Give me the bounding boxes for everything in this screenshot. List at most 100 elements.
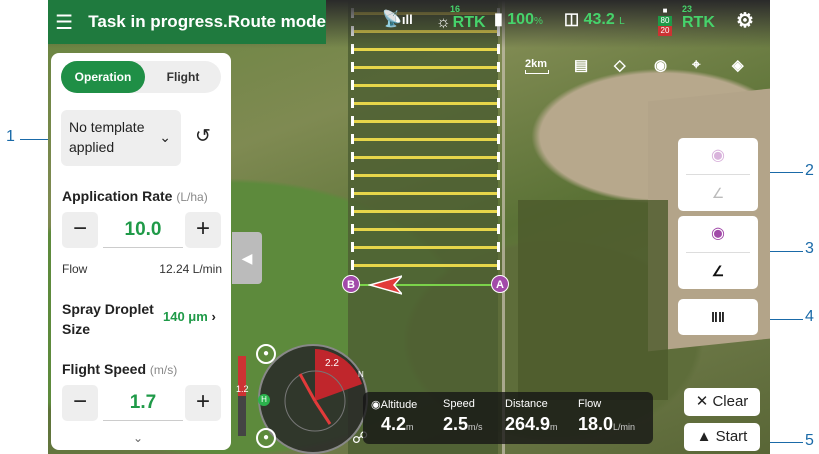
route-boundary-dash: [351, 62, 354, 72]
route-boundary-dash: [497, 224, 500, 234]
clear-button[interactable]: ✕ Clear: [684, 388, 760, 416]
marker-a[interactable]: A: [491, 275, 509, 293]
app-rate-decrease-button[interactable]: −: [62, 212, 98, 248]
camera-settings-icon[interactable]: ◉: [654, 56, 667, 74]
compass-n: N: [358, 370, 364, 379]
route-boundary-dash: [497, 134, 500, 144]
rtk-label-2: RTK: [682, 14, 715, 31]
route-stripe: [354, 264, 500, 267]
reset-icon[interactable]: ↺: [195, 125, 211, 148]
layers-icon[interactable]: ◈: [732, 56, 744, 74]
speed-decrease-button[interactable]: −: [62, 385, 98, 421]
app-rate-increase-button[interactable]: +: [185, 212, 221, 248]
angle-a-icon[interactable]: ∠: [678, 175, 758, 211]
route-stripe: [354, 102, 500, 105]
target-icon[interactable]: ●: [256, 344, 276, 364]
settings-gear-icon[interactable]: ⚙: [736, 8, 754, 33]
split-view-icon[interactable]: ▤: [574, 56, 588, 74]
route-boundary-dash: [497, 98, 500, 108]
callout-2: 2: [805, 162, 814, 179]
flow-value: 12.24 L/min: [159, 262, 222, 276]
callout-1: 1: [6, 128, 15, 145]
scale-bar: 2km: [525, 58, 549, 74]
route-stripe: [354, 210, 500, 213]
route-boundary-dash: [351, 116, 354, 126]
satellite-icon: ☼: [436, 14, 451, 31]
route-edit-button[interactable]: ‖‖: [678, 299, 758, 335]
panel-tabs: Operation Flight: [61, 61, 221, 93]
add-point-b-icon[interactable]: ◉: [678, 216, 758, 252]
locate-icon[interactable]: ⌖: [692, 56, 700, 73]
route-boundary-dash: [351, 206, 354, 216]
task-title: Task in progress.Route mode: [88, 12, 326, 31]
app-rate-label: Application Rate (L/ha): [62, 188, 208, 204]
route-boundary-dash: [497, 152, 500, 162]
aircraft-icon: [368, 275, 402, 295]
tab-flight[interactable]: Flight: [145, 61, 221, 93]
stat-flow-label: Flow: [578, 398, 602, 410]
route-stripe: [354, 174, 500, 177]
speed-increase-button[interactable]: +: [185, 385, 221, 421]
route-boundary-dash: [351, 98, 354, 108]
signal-icon: 📡ıll: [382, 11, 413, 28]
speed-label: Flight Speed (m/s): [62, 361, 178, 377]
app-rate-value[interactable]: 10.0: [103, 212, 183, 248]
callout-3: 3: [805, 240, 814, 257]
scale-label: 2km: [525, 58, 548, 70]
tank-unit: L: [619, 16, 625, 27]
battery-icon: ▮: [494, 11, 503, 28]
compass-value: 2.2: [325, 358, 339, 369]
route-stripe: [354, 66, 500, 69]
route-boundary-dash: [497, 80, 500, 90]
point-b-controls: ◉ ∠: [678, 216, 758, 289]
rc-top: 80: [658, 16, 672, 26]
route-stripe: [354, 138, 500, 141]
clear-label: Clear: [712, 393, 749, 410]
droplet-value-button[interactable]: 140 μm ›: [163, 309, 216, 324]
battery-unit: %: [533, 16, 543, 27]
tank-value: 43.2: [583, 11, 615, 28]
route-boundary-dash: [351, 242, 354, 252]
route-stripe: [354, 228, 500, 231]
tab-operation[interactable]: Operation: [61, 61, 145, 93]
speed-value[interactable]: 1.7: [103, 385, 183, 421]
person-icon[interactable]: ●: [256, 428, 276, 448]
start-label: Start: [715, 428, 748, 445]
map-field: [518, 200, 668, 400]
route-stripe: [354, 192, 500, 195]
app-rate-unit: (L/ha): [176, 190, 208, 204]
stat-flow: 18.0L/min: [578, 414, 636, 434]
battery-value: 100: [507, 11, 534, 28]
start-button[interactable]: ▲ Start: [684, 423, 760, 451]
angle-b-icon[interactable]: ∠: [678, 253, 758, 289]
map-view[interactable]: B A ☰ Task in progress.Route mode 📡ıll 1…: [48, 0, 770, 454]
rtk-status-1: 16 ☼ RTK: [436, 4, 486, 32]
collapse-panel-button[interactable]: ◀: [232, 232, 262, 284]
battery-status: ▮ 100%: [494, 9, 543, 29]
tank-status: ◫ 43.2 L: [564, 9, 625, 29]
stat-speed: 2.5m/s: [443, 414, 483, 434]
route-boundary-dash: [351, 224, 354, 234]
home-marker: H: [258, 394, 270, 406]
rtk-label-1: RTK: [452, 14, 486, 31]
menu-icon[interactable]: ☰: [48, 0, 80, 44]
speed-unit: (m/s): [149, 363, 178, 377]
route-stripe: [354, 84, 500, 87]
rtk-status-2: 23 RTK: [682, 4, 715, 32]
marker-b[interactable]: B: [342, 275, 360, 293]
route-boundary-dash: [351, 260, 354, 270]
stat-speed-label: Speed: [443, 398, 475, 410]
tank-icon: ◫: [564, 11, 580, 28]
chevron-down-icon: ⌄: [159, 129, 171, 145]
template-dropdown[interactable]: No template applied ⌄: [61, 110, 181, 166]
flow-label: Flow: [62, 262, 88, 276]
route-boundary-dash: [497, 260, 500, 270]
add-point-a-icon[interactable]: ◉: [678, 138, 758, 174]
eraser-icon[interactable]: ◇: [614, 56, 626, 74]
scroll-down-icon[interactable]: ⌄: [133, 431, 143, 445]
stat-altitude-label: ◉Altitude: [371, 399, 418, 411]
map-road: [502, 0, 505, 454]
route-boundary-dash: [497, 170, 500, 180]
route-boundary-dash: [497, 242, 500, 252]
upload-icon: ▲: [696, 428, 712, 445]
